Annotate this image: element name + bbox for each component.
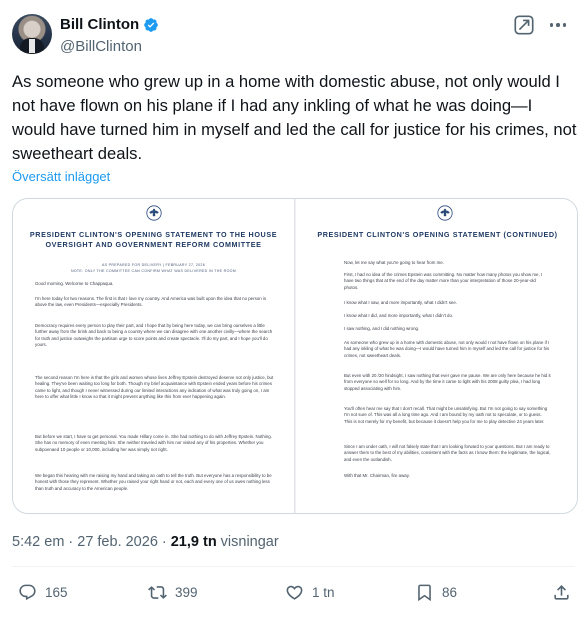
tweet-date[interactable]: 27 feb. 2026 [77, 534, 158, 550]
document-paragraph: You'll often hear me say that I don't re… [344, 406, 548, 424]
document-paragraph: We began this hearing with me raising my… [35, 473, 272, 491]
document-paragraph: Since I am under oath, I will not falsel… [344, 444, 551, 462]
tweet-media[interactable]: PRESIDENT CLINTON'S OPENING STATEMENT TO… [12, 198, 578, 514]
document-paragraph: Democracy requires every person to play … [35, 323, 273, 348]
presidential-seal-icon [146, 205, 162, 221]
presidential-seal-icon [437, 205, 453, 221]
document-paragraph: Good morning. Welcome to Chappaqua. [35, 281, 114, 286]
document-paragraph: The second reason I'm here is that the g… [35, 375, 274, 400]
tweet-time[interactable]: 5:42 em [12, 534, 64, 550]
views-label: visningar [220, 534, 279, 550]
like-button[interactable]: 1 tn [285, 583, 335, 602]
document-title: PRESIDENT CLINTON'S OPENING STATEMENT (C… [317, 230, 558, 239]
document-paragraph: I know what I saw, and more importantly,… [344, 300, 458, 305]
action-bar: 165 399 1 tn 86 [12, 580, 575, 610]
tweet-text: As someone who grew up in a home with do… [12, 72, 577, 163]
divider [12, 566, 575, 567]
document-paragraph: But before we start, I have to get perso… [35, 434, 272, 452]
tweet-header: Bill Clinton @BillClinton [12, 12, 575, 58]
heart-icon [286, 585, 303, 600]
document-paragraph: But even with 20 /20 hindsight, I saw no… [344, 373, 551, 391]
more-options-icon[interactable] [547, 16, 569, 34]
bookmark-button[interactable]: 86 [415, 583, 457, 602]
grok-icon[interactable] [513, 14, 535, 36]
translate-post-link[interactable]: Översätt inlägget [12, 169, 110, 184]
document-paragraph: I saw nothing, and I did nothing wrong. [344, 326, 420, 331]
tweet-meta: 5:42 em · 27 feb. 2026 · 21,9 tn visning… [12, 534, 279, 550]
repost-button[interactable]: 399 [148, 583, 198, 602]
bookmark-count: 86 [442, 585, 458, 600]
repost-count: 399 [175, 585, 198, 600]
document-page-1[interactable]: PRESIDENT CLINTON'S OPENING STATEMENT TO… [13, 199, 295, 513]
verified-badge-icon [144, 17, 158, 32]
author-name[interactable]: Bill Clinton [60, 16, 139, 33]
document-note: NOTE: ONLY THE COMMITTEE CAN CONFIRM WHA… [70, 269, 237, 273]
like-count: 1 tn [312, 585, 335, 600]
share-button[interactable] [552, 583, 571, 602]
document-title: PRESIDENT CLINTON'S OPENING STATEMENT TO… [29, 230, 278, 249]
author-name-row[interactable]: Bill Clinton [60, 16, 159, 33]
share-icon [554, 585, 569, 600]
reply-count: 165 [45, 585, 68, 600]
document-page-2[interactable]: PRESIDENT CLINTON'S OPENING STATEMENT (C… [296, 199, 577, 513]
document-paragraph: I'm here today for two reasons. The firs… [35, 296, 267, 308]
meta-separator: · [161, 534, 167, 550]
reply-button[interactable]: 165 [18, 583, 68, 602]
repost-icon [148, 586, 167, 599]
document-paragraph: First, I had no idea of the crimes Epste… [344, 272, 543, 290]
avatar[interactable] [12, 14, 52, 54]
reply-icon [19, 584, 36, 601]
bookmark-icon [418, 584, 431, 602]
views-count[interactable]: 21,9 tn [171, 534, 217, 550]
document-paragraph: Now, let me say what you're going to hea… [344, 260, 444, 265]
document-paragraph: As someone who grew up in a home with do… [344, 340, 550, 358]
document-paragraph: I know what I did, and more importantly,… [344, 313, 454, 318]
author-handle[interactable]: @BillClinton [60, 38, 142, 55]
meta-separator: · [68, 534, 74, 550]
document-subtitle: AS PREPARED FOR DELIVERY | FEBRUARY 27, … [101, 263, 206, 267]
document-paragraph: With that Mr. Chairman, fire away. [344, 473, 410, 478]
